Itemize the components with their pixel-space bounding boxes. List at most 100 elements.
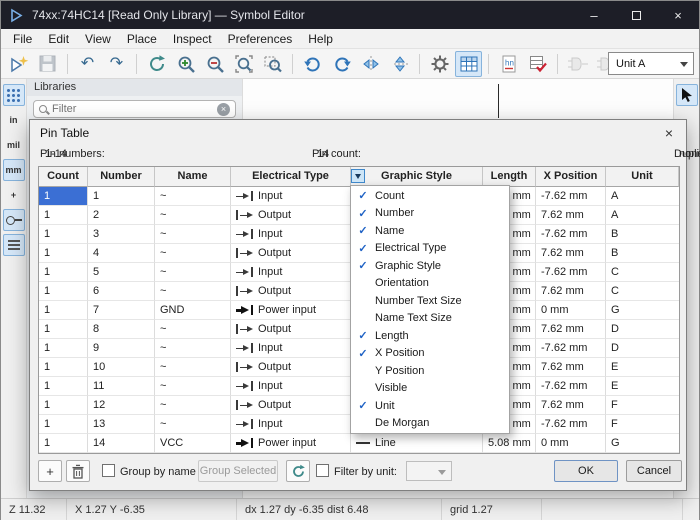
cell-name[interactable]: ~: [155, 377, 231, 396]
menubar-item[interactable]: View: [77, 32, 119, 46]
cell-number[interactable]: 11: [88, 377, 155, 396]
cell-x-position[interactable]: -7.62 mm: [536, 339, 606, 358]
cell-electrical-type[interactable]: Output: [231, 206, 351, 225]
column-header[interactable]: Length: [483, 167, 536, 187]
cell-x-position[interactable]: -7.62 mm: [536, 415, 606, 434]
cell-electrical-type[interactable]: Output: [231, 320, 351, 339]
de-morgan-standard-button[interactable]: [564, 51, 591, 77]
cell-electrical-type[interactable]: Power input: [231, 434, 351, 453]
cell-number[interactable]: 4: [88, 244, 155, 263]
zoom-fit-button[interactable]: [230, 51, 257, 77]
refresh-grouping-button[interactable]: [286, 460, 310, 482]
cell-unit[interactable]: E: [606, 358, 679, 377]
cell-name[interactable]: ~: [155, 225, 231, 244]
cell-electrical-type[interactable]: Output: [231, 396, 351, 415]
new-symbol-button[interactable]: [5, 51, 32, 77]
cell-number[interactable]: 6: [88, 282, 155, 301]
column-menu-item[interactable]: ✓ Visible: [351, 380, 509, 398]
cell-electrical-type[interactable]: Output: [231, 358, 351, 377]
cell-x-position[interactable]: -7.62 mm: [536, 187, 606, 206]
column-menu-item[interactable]: ✓ X Position: [351, 345, 509, 363]
cell-electrical-type[interactable]: Output: [231, 282, 351, 301]
cell-number[interactable]: 3: [88, 225, 155, 244]
ok-button[interactable]: OK: [554, 460, 618, 482]
cell-x-position[interactable]: 0 mm: [536, 301, 606, 320]
cell-x-position[interactable]: 7.62 mm: [536, 358, 606, 377]
cell-number[interactable]: 12: [88, 396, 155, 415]
symbol-properties-button[interactable]: [426, 51, 453, 77]
column-header[interactable]: X Position: [536, 167, 606, 187]
cell-electrical-type[interactable]: Input: [231, 339, 351, 358]
left-toolbar-button[interactable]: [3, 234, 25, 256]
cell-count[interactable]: 1: [39, 415, 88, 434]
cell-number[interactable]: 14: [88, 434, 155, 453]
cell-unit[interactable]: G: [606, 434, 679, 453]
cell-electrical-type[interactable]: Input: [231, 377, 351, 396]
cell-name[interactable]: ~: [155, 263, 231, 282]
column-menu-item[interactable]: ✓ Orientation: [351, 275, 509, 293]
menubar-item[interactable]: File: [5, 32, 40, 46]
left-toolbar-button[interactable]: [3, 209, 25, 231]
column-menu-item[interactable]: ✓ Name: [351, 222, 509, 240]
column-menu-item[interactable]: ✓ Count: [351, 187, 509, 205]
mirror-horizontal-button[interactable]: [357, 51, 384, 77]
cell-unit[interactable]: A: [606, 206, 679, 225]
menubar-item[interactable]: Inspect: [165, 32, 220, 46]
cell-count[interactable]: 1: [39, 187, 88, 206]
cell-x-position[interactable]: -7.62 mm: [536, 263, 606, 282]
cell-unit[interactable]: F: [606, 415, 679, 434]
zoom-out-button[interactable]: [201, 51, 228, 77]
cell-electrical-type[interactable]: Power input: [231, 301, 351, 320]
cell-number[interactable]: 8: [88, 320, 155, 339]
cell-unit[interactable]: D: [606, 339, 679, 358]
cell-number[interactable]: 10: [88, 358, 155, 377]
cell-count[interactable]: 1: [39, 434, 88, 453]
cell-name[interactable]: ~: [155, 187, 231, 206]
cell-count[interactable]: 1: [39, 358, 88, 377]
delete-pin-button[interactable]: [66, 460, 90, 482]
cell-number[interactable]: 13: [88, 415, 155, 434]
close-button[interactable]: ×: [657, 1, 699, 29]
undo-icon[interactable]: ↶: [74, 51, 101, 77]
left-toolbar-button[interactable]: mil: [3, 134, 25, 156]
rotate-cw-button[interactable]: [328, 51, 355, 77]
column-menu-item[interactable]: ✓ Electrical Type: [351, 240, 509, 258]
maximize-button[interactable]: [615, 1, 657, 29]
cell-name[interactable]: ~: [155, 415, 231, 434]
cell-count[interactable]: 1: [39, 225, 88, 244]
add-pin-button[interactable]: +: [38, 460, 62, 482]
cell-unit[interactable]: G: [606, 301, 679, 320]
column-menu-item[interactable]: ✓ Length: [351, 327, 509, 345]
cell-count[interactable]: 1: [39, 320, 88, 339]
column-menu-anchor-button[interactable]: [351, 169, 365, 183]
cell-x-position[interactable]: -7.62 mm: [536, 225, 606, 244]
rotate-ccw-button[interactable]: [299, 51, 326, 77]
cell-x-position[interactable]: 7.62 mm: [536, 396, 606, 415]
cell-name[interactable]: ~: [155, 358, 231, 377]
cell-count[interactable]: 1: [39, 263, 88, 282]
column-header[interactable]: Graphic Style: [351, 167, 483, 187]
cell-number[interactable]: 9: [88, 339, 155, 358]
column-header[interactable]: Electrical Type: [231, 167, 351, 187]
menubar-item[interactable]: Edit: [40, 32, 77, 46]
cell-name[interactable]: ~: [155, 320, 231, 339]
refresh-view-button[interactable]: [143, 51, 170, 77]
cell-electrical-type[interactable]: Input: [231, 225, 351, 244]
minimize-button[interactable]: –: [573, 1, 615, 29]
cell-electrical-type[interactable]: Input: [231, 415, 351, 434]
cancel-button[interactable]: Cancel: [626, 460, 682, 482]
unit-filter-selector[interactable]: [406, 461, 452, 481]
cell-number[interactable]: 1: [88, 187, 155, 206]
filter-by-unit-checkbox[interactable]: [316, 464, 329, 477]
pin-table-button[interactable]: [455, 51, 482, 77]
select-tool-button[interactable]: [676, 84, 698, 106]
left-toolbar-button[interactable]: in: [3, 109, 25, 131]
resize-grip[interactable]: [683, 499, 699, 520]
column-header[interactable]: Unit: [606, 167, 679, 187]
column-header[interactable]: Count: [39, 167, 88, 187]
cell-x-position[interactable]: 0 mm: [536, 434, 606, 453]
cell-unit[interactable]: D: [606, 320, 679, 339]
dialog-close-button[interactable]: ×: [654, 121, 684, 145]
redo-icon[interactable]: ↷: [103, 51, 130, 77]
cell-unit[interactable]: E: [606, 377, 679, 396]
